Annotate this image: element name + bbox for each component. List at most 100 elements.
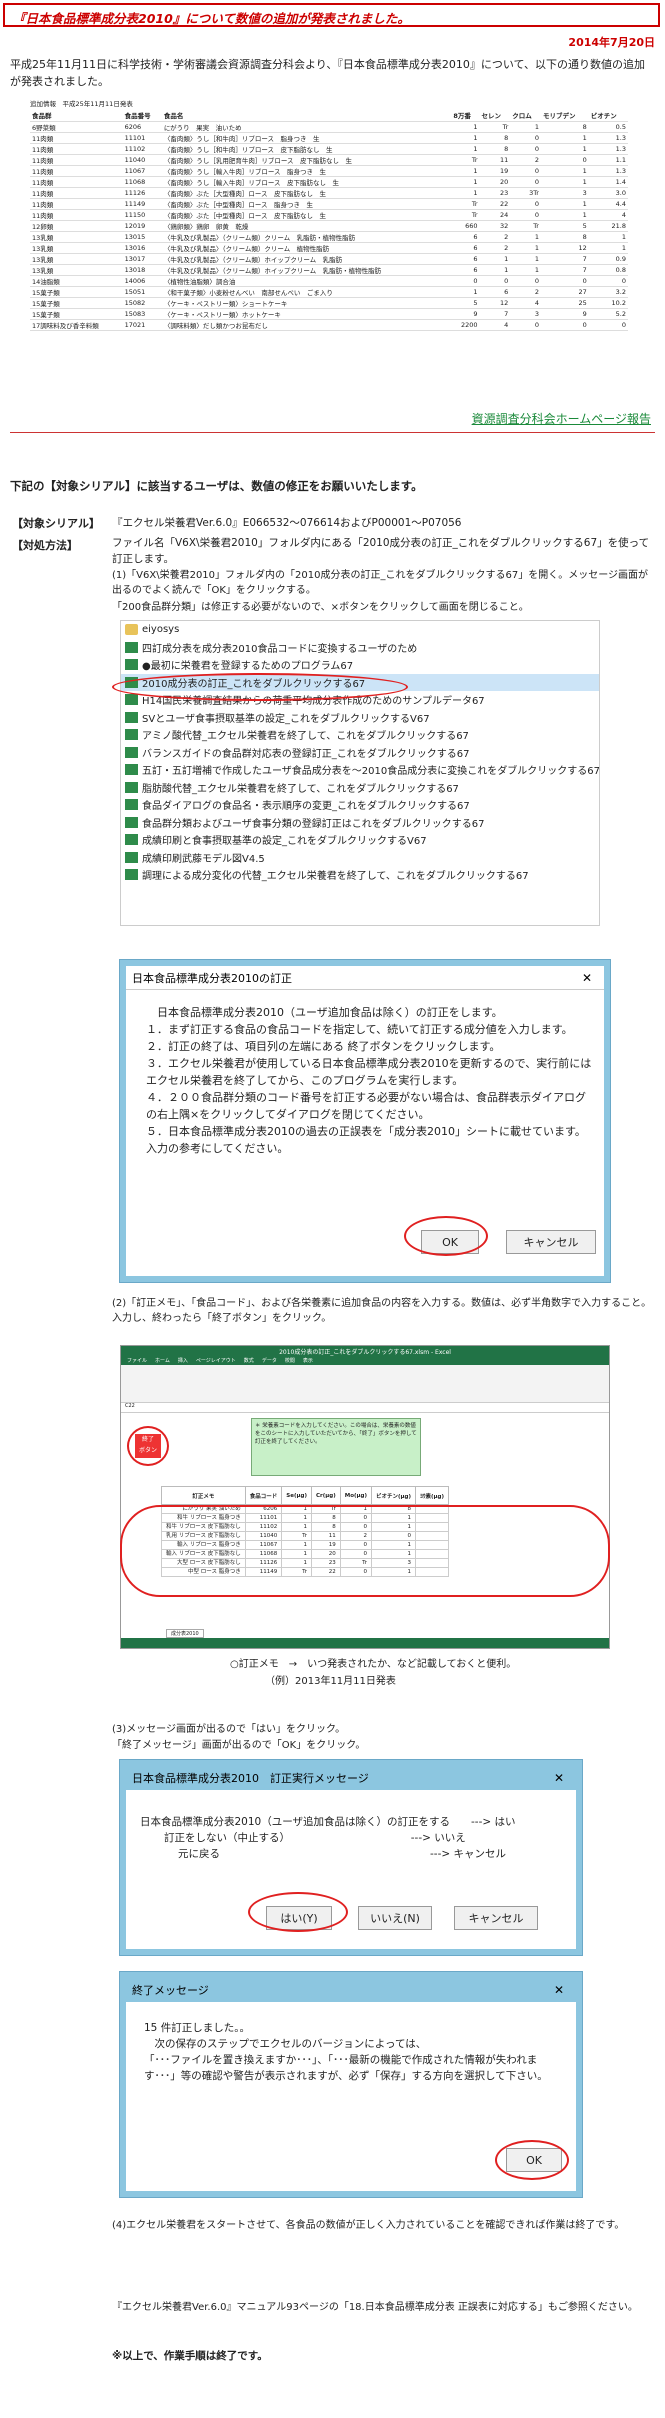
folder-item[interactable]: アミノ酸代替_エクセル栄養君を終了して、これをダブルクリックする67: [121, 726, 599, 744]
memo-caption: ○訂正メモ → いつ発表されたか、など記載しておくと便利。: [230, 1659, 517, 1670]
table-cell: 〈畜肉類〉うし［和牛肉］リブロース 脂身つき 生: [161, 132, 452, 144]
close-icon[interactable]: ✕: [576, 969, 598, 987]
folder-item[interactable]: 調理による成分変化の代替_エクセル栄養君を終了して、これをダブルクリックする67: [121, 866, 599, 884]
table-cell: 〈畜肉類〉ぶた［大型種肉］ロース 皮下脂肪なし 生: [161, 187, 452, 199]
table-cell: 13乳類: [30, 253, 123, 265]
publish-date: 2014年7月20日: [568, 36, 655, 49]
table-cell: 11068: [122, 176, 162, 188]
table-cell: 2: [510, 286, 541, 298]
table-cell: 〈畜肉類〉ぶた［中型種肉］ロース 脂身つき 生: [161, 198, 452, 210]
dialog-body: 15 件訂正しました。。 次の保存のステップでエクセルのバージョンによっては、 …: [144, 2022, 548, 2082]
ribbon-tab[interactable]: 表示: [303, 1357, 313, 1364]
ribbon-tab[interactable]: ファイル: [127, 1357, 147, 1364]
folder-listing: eiyosys 四訂成分表を成分表2010食品コードに変換するユーザのため ●最初に…: [120, 620, 600, 926]
table-cell: 4.4: [588, 198, 628, 210]
table-cell: 0: [588, 275, 628, 287]
table-cell: 〈牛乳及び乳製品〉（クリーム類）クリーム 植物性脂肪: [161, 242, 452, 254]
folder-item[interactable]: SVとユーザ食事摂取基準の設定_これをダブルクリックするV67: [121, 709, 599, 727]
ribbon-tab[interactable]: 挿入: [178, 1357, 188, 1364]
table-row: 14油脂類 14006 〈植物性油脂類〉調合油 0 0 0 0 0: [30, 275, 628, 287]
table-row: 11肉類 11067 〈畜肉類〉うし［輸入牛肉］リブロース 脂身つき 生 1 19 0 1 1…: [30, 165, 628, 177]
table-cell: 13017: [122, 253, 162, 265]
excel-file-icon: [125, 851, 138, 863]
ribbon-tab[interactable]: ページレイアウト: [196, 1357, 236, 1364]
table-cell: 2: [510, 154, 541, 166]
table-cell: 〈鶏卵類〉鶏卵 卵黄 乾燥: [161, 220, 452, 232]
table-cell: 14006: [122, 275, 162, 287]
folder-item[interactable]: 食品ダイアログの食品名・表示順序の変更_これをダブルクリックする67: [121, 796, 599, 814]
table-cell: 0: [510, 143, 541, 155]
table-cell: 15菓子類: [30, 286, 123, 298]
cancel-button[interactable]: キャンセル: [506, 1230, 596, 1254]
table-cell: 4: [479, 319, 511, 331]
serial-text: 『エクセル栄養君Ver.6.0』E066532～076614およびP00001～…: [112, 517, 462, 529]
table-row: 17調味料及び香辛料類 17021 〈調味料類〉だし類かつお昆布だし 2200 4 0 0 0: [30, 319, 628, 331]
table-cell: 1: [540, 198, 589, 210]
table-cell: 1: [510, 242, 541, 254]
divider: [10, 432, 655, 433]
step2-text: (2)「訂正メモ」、「食品コード」、および各栄養素に追加食品の内容を入力する。数…: [112, 1298, 652, 1324]
folder-item[interactable]: 脂肪酸代替_エクセル栄養君を終了して、これをダブルクリックする67: [121, 779, 599, 797]
shigen-report-link[interactable]: 資源調査分科会ホームページ報告: [472, 412, 651, 426]
table-cell: 11067: [122, 165, 162, 177]
table-cell: 1.4: [588, 176, 628, 188]
table-cell: 〈畜肉類〉うし［乳用肥育牛肉］リブロース 皮下脂肪なし 生: [161, 154, 452, 166]
table-cell: 11肉類: [30, 132, 123, 144]
folder-item[interactable]: 食品群分類およびユーザ食事分類の登録訂正はこれをダブルクリックする67: [121, 814, 599, 832]
table-cell: 15083: [122, 308, 162, 320]
table-cell: 4: [510, 297, 541, 309]
folder-item[interactable]: 成績印刷と食事摂取基準の設定_これをダブルクリックするV67: [121, 831, 599, 849]
excel-file-icon: [125, 659, 138, 671]
table-row: 13乳類 13015 〈牛乳及び乳製品〉（クリーム類）クリーム 乳脂肪・植物性脂肪 6…: [30, 231, 628, 243]
table-cell: 0: [588, 319, 628, 331]
folder-item[interactable]: 成績印刷武藤モデル図V4.5: [121, 849, 599, 867]
grid-header: ビオチン(μg): [370, 1486, 417, 1505]
ribbon-tab[interactable]: 数式: [244, 1357, 254, 1364]
folder-item[interactable]: 五訂・五訂増補で作成したユーザ食品成分表を～2010食品成分表に変換これをダブル…: [121, 761, 599, 779]
close-icon[interactable]: ✕: [548, 1981, 570, 1999]
table-cell: 3: [510, 308, 541, 320]
folder-item[interactable]: eiyosys: [121, 621, 599, 639]
sheet-tab[interactable]: 成分表2010: [166, 1629, 204, 1638]
table-cell: 11: [479, 154, 511, 166]
table-cell: 0.9: [588, 253, 628, 265]
table-cell: 5: [451, 297, 480, 309]
table-header: モリブデン: [540, 110, 589, 122]
ribbon-tab[interactable]: ホーム: [155, 1357, 170, 1364]
table-row: 11肉類 11102 〈畜肉類〉うし［和牛肉］リブロース 皮下脂肪なし 生18011…: [30, 143, 628, 155]
cancel-button[interactable]: キャンセル: [454, 1906, 538, 1930]
table-cell: 6: [479, 286, 511, 298]
folder-item[interactable]: 四訂成分表を成分表2010食品コードに変換するユーザのため: [121, 639, 599, 657]
table-cell: 5: [540, 220, 589, 232]
ribbon-tab[interactable]: 校閲: [285, 1357, 295, 1364]
step1-note: 「200食品群分類」は修正する必要がないので、×ボタンをクリックして画面を閉じる…: [112, 602, 529, 613]
table-row: 6野菜類 6206 にがうり 果実 油いため 1 Tr 1 8 0.5: [30, 121, 628, 133]
table-cell: 13乳類: [30, 264, 123, 276]
table-cell: 1: [540, 165, 589, 177]
folder-item[interactable]: ●最初に栄養君を登録するためのプログラム67: [121, 656, 599, 674]
table-cell: 〈畜肉類〉うし［輸入牛肉］リブロース 脂身つき 生: [161, 165, 452, 177]
table-cell: 8: [540, 231, 589, 243]
table-row: 11肉類 11040 〈畜肉類〉うし［乳用肥育牛肉］リブロース 皮下脂肪なし 生 Tr…: [30, 154, 628, 166]
table-cell: 1: [451, 286, 480, 298]
close-icon[interactable]: ✕: [548, 1769, 570, 1787]
folder-item-label: 五訂・五訂増補で作成したユーザ食品成分表を～2010食品成分表に変換これをダブル…: [142, 766, 599, 778]
step3-text-a: (3)メッセージ画面が出るので「はい」をクリック。: [112, 1724, 346, 1735]
table-cell: 11150: [122, 209, 162, 221]
formula-bar[interactable]: C22: [121, 1403, 609, 1413]
table-cell: 32: [479, 220, 511, 232]
page-title: 『日本食品標準成分表2010』について数値の追加が発表されました。: [3, 3, 660, 27]
no-button[interactable]: いいえ(N): [358, 1906, 432, 1930]
end-button[interactable]: 終了 ボタン: [135, 1434, 161, 1458]
table-cell: 25: [540, 297, 589, 309]
folder-item[interactable]: バランスガイドの食品群対応表の登録訂正_これをダブルクリックする67: [121, 744, 599, 762]
table-row: 11肉類 11068 〈畜肉類〉うし［輸入牛肉］リブロース 皮下脂肪なし 生 1 20 0…: [30, 176, 628, 188]
folder-item-label: バランスガイドの食品群対応表の登録訂正_これをダブルクリックする67: [142, 748, 470, 760]
status-bar: [121, 1638, 609, 1648]
folder-item-label: 脂肪酸代替_エクセル栄養君を終了して、これをダブルクリックする67: [142, 783, 459, 795]
instruction-note: ＊ 栄養素コードを入力してください。この場合は、栄養素の数値をこのシートに入力し…: [251, 1418, 421, 1476]
table-cell: 12019: [122, 220, 162, 232]
table-cell: 2200: [451, 319, 480, 331]
ribbon-tab[interactable]: データ: [262, 1357, 277, 1364]
table-cell: 1: [540, 143, 589, 155]
